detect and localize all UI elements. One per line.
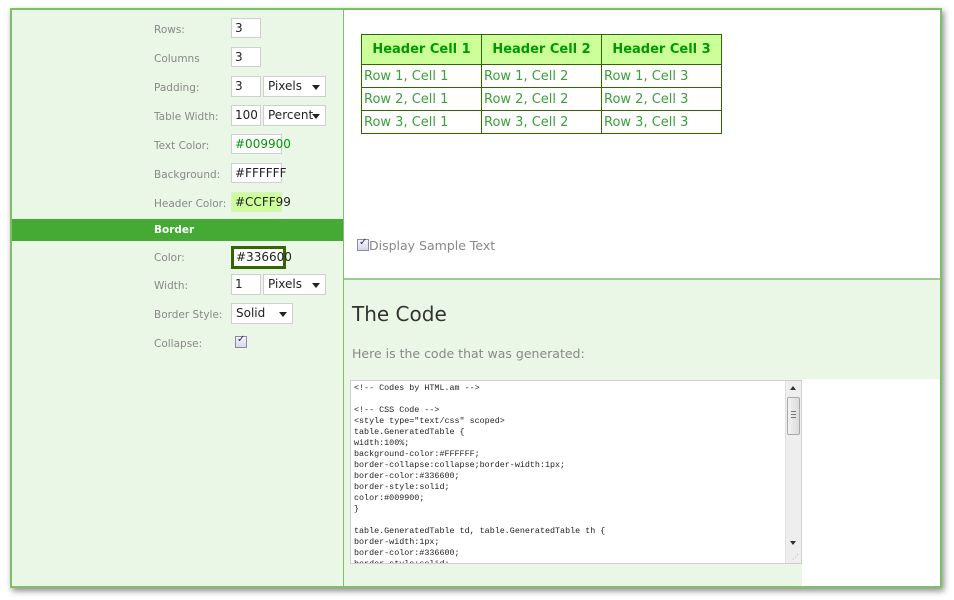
generated-table: Header Cell 1 Header Cell 2 Header Cell … (361, 34, 722, 134)
border-width-setting: Width: 1 Pixels (12, 272, 343, 300)
collapse-checkbox[interactable]: ✓ (235, 334, 247, 348)
border-width-label: Width: (154, 280, 189, 292)
table-cell: Row 2, Cell 2 (481, 87, 602, 111)
text-color-setting: Text Color: #009900 (12, 132, 343, 160)
chevron-down-icon (312, 85, 320, 90)
scroll-thumb[interactable] (787, 397, 800, 435)
table-cell: Row 1, Cell 3 (601, 64, 722, 88)
border-style-setting: Border Style: Solid (12, 301, 343, 329)
grip-line (791, 417, 796, 418)
code-textarea[interactable]: <!-- Codes by HTML.am --> <!-- CSS Code … (350, 380, 802, 564)
code-scrollbar[interactable]: ⋰ (785, 381, 801, 563)
background-label: Background: (154, 169, 221, 181)
padding-unit-value: Pixels (268, 79, 303, 93)
table-cell: Row 3, Cell 2 (481, 110, 602, 134)
grip-line (791, 411, 796, 412)
columns-label: Columns (154, 53, 200, 65)
header-row: Header Cell 1 Header Cell 2 Header Cell … (361, 34, 722, 65)
header-color-setting: Header Color: #CCFF99 (12, 190, 343, 218)
chevron-down-icon (312, 114, 320, 119)
scroll-down-icon[interactable] (790, 541, 796, 545)
border-style-select[interactable]: Solid (231, 303, 293, 324)
border-color-label: Color: (154, 252, 185, 264)
table-cell: Row 2, Cell 1 (361, 87, 482, 111)
padding-input[interactable]: 3 (231, 76, 261, 97)
header-cell: Header Cell 2 (481, 34, 602, 65)
checkmark-icon: ✓ (359, 237, 368, 248)
code-subtitle: Here is the code that was generated: (352, 346, 585, 361)
border-color-input[interactable]: #336600 (231, 246, 292, 269)
padding-label: Padding: (154, 82, 200, 94)
display-sample-checkbox[interactable]: ✓ (357, 237, 369, 251)
text-color-label: Text Color: (154, 140, 210, 152)
columns-setting: Columns 3 (12, 45, 343, 73)
code-title: The Code (352, 302, 447, 326)
text-color-input[interactable]: #009900 (231, 134, 291, 154)
border-section-header: Border (12, 219, 343, 241)
border-width-input[interactable]: 1 (231, 274, 261, 295)
app-window: Rows: 3 Columns 3 Padding: 3 Pixels Tabl… (10, 8, 942, 588)
table-cell: Row 3, Cell 1 (361, 110, 482, 134)
border-width-unit-value: Pixels (268, 277, 303, 291)
border-width-unit-select[interactable]: Pixels (263, 274, 326, 295)
padding-unit-select[interactable]: Pixels (263, 76, 326, 97)
table-width-unit-select[interactable]: Percent (263, 105, 326, 126)
background-input[interactable]: #FFFFFF (231, 163, 286, 183)
code-area-backdrop (802, 379, 940, 586)
table-width-label: Table Width: (154, 111, 219, 123)
table-row: Row 1, Cell 1 Row 1, Cell 2 Row 1, Cell … (361, 64, 722, 88)
rows-setting: Rows: 3 (12, 16, 343, 44)
grip-line (791, 414, 796, 415)
border-style-label: Border Style: (154, 309, 223, 321)
display-sample-label: Display Sample Text (369, 238, 496, 253)
collapse-label: Collapse: (154, 338, 203, 350)
header-cell: Header Cell 1 (361, 34, 482, 65)
columns-input[interactable]: 3 (231, 47, 261, 67)
table-preview: Header Cell 1 Header Cell 2 Header Cell … (344, 10, 940, 280)
table-width-unit-value: Percent (268, 108, 314, 122)
header-color-label: Header Color: (154, 198, 227, 210)
rows-label: Rows: (154, 24, 185, 36)
collapse-setting: Collapse: ✓ (12, 330, 343, 358)
display-sample-toggle[interactable]: ✓ Display Sample Text (357, 237, 496, 253)
chevron-down-icon (279, 312, 287, 317)
table-cell: Row 2, Cell 3 (601, 87, 722, 111)
table-width-setting: Table Width: 100 Percent (12, 103, 343, 131)
table-row: Row 3, Cell 1 Row 3, Cell 2 Row 3, Cell … (361, 110, 722, 134)
background-setting: Background: #FFFFFF (12, 161, 343, 189)
table-cell: Row 1, Cell 1 (361, 64, 482, 88)
resize-grip-icon[interactable]: ⋰ (792, 553, 799, 561)
chevron-down-icon (312, 283, 320, 288)
generated-code: <!-- Codes by HTML.am --> <!-- CSS Code … (354, 383, 606, 564)
padding-setting: Padding: 3 Pixels (12, 74, 343, 102)
table-width-input[interactable]: 100 (231, 105, 261, 126)
table-row: Row 2, Cell 1 Row 2, Cell 2 Row 2, Cell … (361, 87, 722, 111)
header-color-input[interactable]: #CCFF99 (231, 192, 291, 212)
code-section: The Code Here is the code that was gener… (344, 280, 940, 586)
checkmark-icon: ✓ (237, 334, 246, 345)
border-section-title: Border (154, 224, 195, 236)
settings-sidebar: Rows: 3 Columns 3 Padding: 3 Pixels Tabl… (12, 10, 344, 586)
header-cell: Header Cell 3 (601, 34, 722, 65)
border-style-value: Solid (236, 306, 266, 320)
table-cell: Row 3, Cell 3 (601, 110, 722, 134)
table-cell: Row 1, Cell 2 (481, 64, 602, 88)
border-color-setting: Color: #336600 (12, 244, 343, 272)
scroll-up-icon[interactable] (790, 386, 796, 390)
rows-input[interactable]: 3 (231, 18, 261, 38)
